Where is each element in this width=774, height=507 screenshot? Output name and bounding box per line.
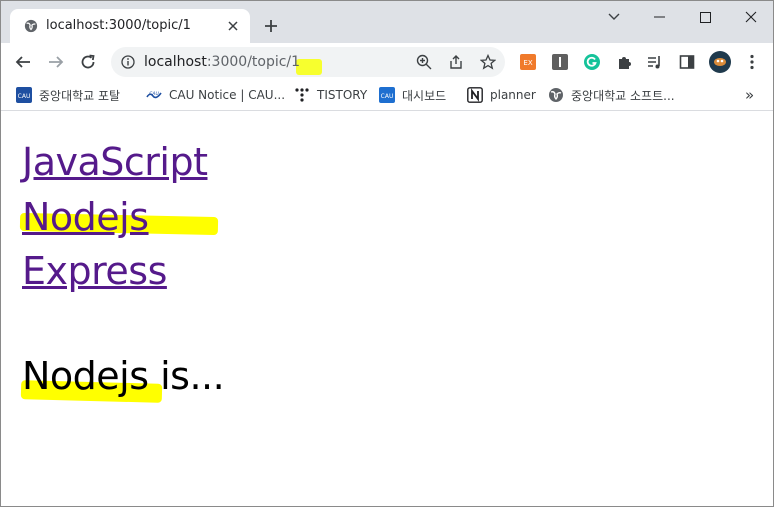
puzzle-icon[interactable] <box>616 54 632 70</box>
bookmark-label: 대시보드 <box>402 88 447 103</box>
globe-icon <box>548 87 564 103</box>
page-content: JavaScript Nodejs Express Nodejs is... <box>1 112 773 506</box>
bookmark-label: 중앙대학교 소프트... <box>571 88 675 103</box>
forward-button[interactable] <box>45 51 67 73</box>
bookmark-tistory[interactable]: TISTORY <box>294 86 367 104</box>
grammarly-icon[interactable] <box>584 54 600 70</box>
link-javascript[interactable]: JavaScript <box>22 140 208 184</box>
minimize-button[interactable] <box>648 7 670 27</box>
kebab-glyph <box>750 54 754 70</box>
cau-icon: CAU <box>16 87 32 103</box>
bookmarks-bar: CAU 중앙대학교 포탈 CAU CAU Notice | CAU... TIS… <box>1 81 773 111</box>
link-express[interactable]: Express <box>22 249 167 293</box>
maximize-icon <box>699 11 711 23</box>
chevron-down-icon <box>608 13 620 20</box>
share-icon[interactable] <box>448 54 464 70</box>
browser-window: localhost:3000/topic/1 localhost:3000/to… <box>0 0 774 507</box>
url-path: :3000/topic/1 <box>206 54 301 70</box>
i-extension-icon[interactable] <box>552 54 568 70</box>
bookmark-dashboard[interactable]: CAU 대시보드 <box>379 86 446 104</box>
bookmarks-overflow-button[interactable]: » <box>745 86 754 104</box>
menu-icon[interactable] <box>744 54 760 70</box>
new-tab-button[interactable] <box>261 16 281 36</box>
i-extension-glyph <box>552 54 568 70</box>
globe-icon <box>24 19 38 33</box>
tab-search-button[interactable] <box>603 7 625 27</box>
minimize-icon <box>653 16 665 18</box>
bookmark-cau-notice[interactable]: CAU CAU Notice | CAU... <box>146 86 285 104</box>
ex-extension-icon[interactable]: EX <box>520 54 536 70</box>
bookmark-cau-portal[interactable]: CAU 중앙대학교 포탈 <box>16 86 120 104</box>
cau-icon: CAU <box>379 87 395 103</box>
grammarly-glyph <box>584 54 600 70</box>
svg-text:CAU: CAU <box>18 93 31 100</box>
reload-icon <box>81 54 95 69</box>
profile-avatar[interactable] <box>709 51 731 73</box>
ex-extension-glyph: EX <box>520 54 536 70</box>
tab-close-button[interactable] <box>224 17 242 35</box>
url-text[interactable]: localhost:3000/topic/1 <box>144 54 322 75</box>
reload-button[interactable] <box>77 51 99 73</box>
page-heading: Nodejs is... <box>22 354 225 398</box>
zoom-icon[interactable] <box>416 54 432 70</box>
svg-text:CAU: CAU <box>381 93 394 100</box>
forward-icon <box>49 56 64 68</box>
link-nodejs[interactable]: Nodejs <box>22 195 149 239</box>
info-icon[interactable] <box>121 55 135 69</box>
notion-icon <box>467 87 483 103</box>
close-window-button[interactable] <box>740 7 762 27</box>
puzzle-glyph <box>619 57 631 69</box>
svg-text:EX: EX <box>523 59 532 67</box>
bookmark-label: planner <box>490 88 536 102</box>
bookmark-label: CAU Notice | CAU... <box>169 88 286 102</box>
back-icon <box>15 56 30 68</box>
tab-strip: localhost:3000/topic/1 <box>1 1 773 43</box>
bookmark-label: 중앙대학교 포탈 <box>39 88 121 103</box>
close-icon <box>228 21 238 31</box>
cau-wave-icon: CAU <box>146 87 162 103</box>
svg-text:CAU: CAU <box>149 91 159 97</box>
maximize-button[interactable] <box>694 7 716 27</box>
back-button[interactable] <box>12 51 34 73</box>
plus-icon <box>265 20 277 32</box>
side-panel-glyph <box>679 55 695 69</box>
bookmark-planner[interactable]: planner <box>467 86 536 104</box>
star-icon[interactable] <box>480 54 496 70</box>
tistory-icon <box>294 87 310 103</box>
browser-toolbar: localhost:3000/topic/1 EX <box>1 43 773 81</box>
close-icon <box>745 11 757 23</box>
tab-title: localhost:3000/topic/1 <box>46 18 191 33</box>
address-bar[interactable]: localhost:3000/topic/1 <box>111 47 505 77</box>
avatar-glyph <box>709 51 731 73</box>
bookmark-cau-software[interactable]: 중앙대학교 소프트... <box>548 86 675 104</box>
media-glyph <box>648 56 660 69</box>
browser-tab[interactable]: localhost:3000/topic/1 <box>10 9 250 43</box>
url-host: localhost <box>144 54 207 70</box>
side-panel-icon[interactable] <box>679 54 695 70</box>
bookmark-label: TISTORY <box>317 88 368 102</box>
media-control-icon[interactable] <box>647 54 663 70</box>
